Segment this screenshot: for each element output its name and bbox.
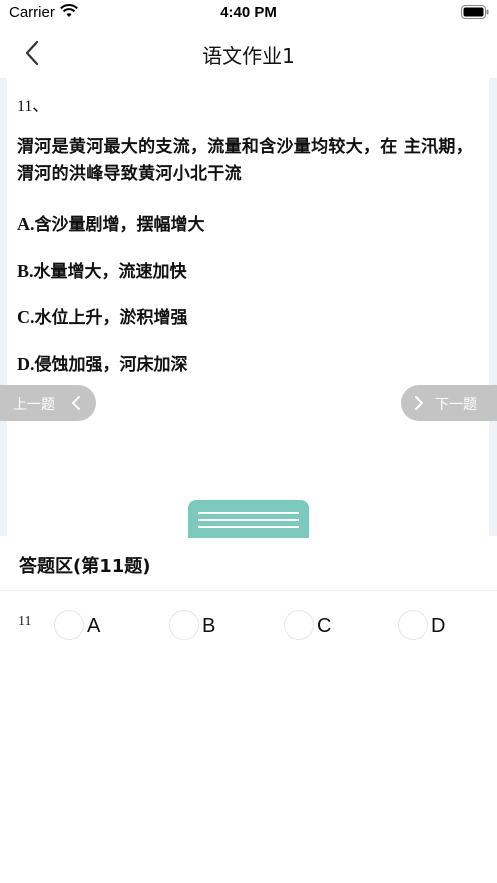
question-card: 11、 渭河是黄河最大的支流，流量和含沙量均较大，在 主汛期，渭河的洪峰导致黄河… [7,78,489,536]
option-text: 侵蚀加强，河床加深 [34,355,188,375]
question-option-b: B.水量增大，流速加快 [17,257,187,282]
nav-bar: 语文作业1 [0,26,497,78]
choice-label: D [431,615,446,637]
answer-sheet-title: 答题区(第11题) [19,556,151,577]
radio-button[interactable] [284,610,314,640]
status-bar: Carrier 4:40 PM [0,0,497,26]
radio-button[interactable] [398,610,428,640]
option-letter: D. [17,354,35,374]
status-time: 4:40 PM [220,4,277,21]
prev-question-label: 上一题 [13,397,55,413]
question-area: 11、 渭河是黄河最大的支流，流量和含沙量均较大，在 主汛期，渭河的洪峰导致黄河… [0,78,497,536]
question-stem: 渭河是黄河最大的支流，流量和含沙量均较大，在 主汛期，渭河的洪峰导致黄河小北干流 [17,137,474,184]
chevron-right-icon [415,396,423,410]
answer-question-number: 11 [18,614,32,629]
question-option-c: C.水位上升，淤积增强 [17,303,188,328]
next-question-label: 下一题 [435,397,477,413]
handle-line [198,519,299,521]
answer-sheet-toggle-handle[interactable] [188,500,309,538]
battery-icon [461,5,489,19]
option-text: 含沙量剧增，摆幅增大 [34,215,205,235]
choice-label: C [317,615,332,637]
question-number: 11、 [17,98,49,115]
question-option-a: A.含沙量剧增，摆幅增大 [17,210,205,235]
handle-line [198,512,299,514]
choice-label: B [202,615,216,637]
option-text: 水位上升，淤积增强 [34,308,188,328]
option-letter: A. [17,214,35,234]
handle-line [198,526,299,528]
question-option-d: D.侵蚀加强，河床加深 [17,350,188,375]
divider [0,590,497,591]
chevron-left-icon [72,396,80,410]
option-letter: C. [17,307,35,327]
option-text: 水量增大，流速加快 [33,262,187,282]
page-title: 语文作业1 [202,44,295,68]
option-letter: B. [17,261,34,281]
choice-label: A [87,615,101,637]
answer-sheet-panel: 答题区(第11题) 11 A B C D [0,536,497,883]
prev-question-button[interactable]: 上一题 [0,385,96,421]
radio-button[interactable] [54,610,84,640]
radio-button[interactable] [169,610,199,640]
next-question-button[interactable]: 下一题 [401,385,497,421]
